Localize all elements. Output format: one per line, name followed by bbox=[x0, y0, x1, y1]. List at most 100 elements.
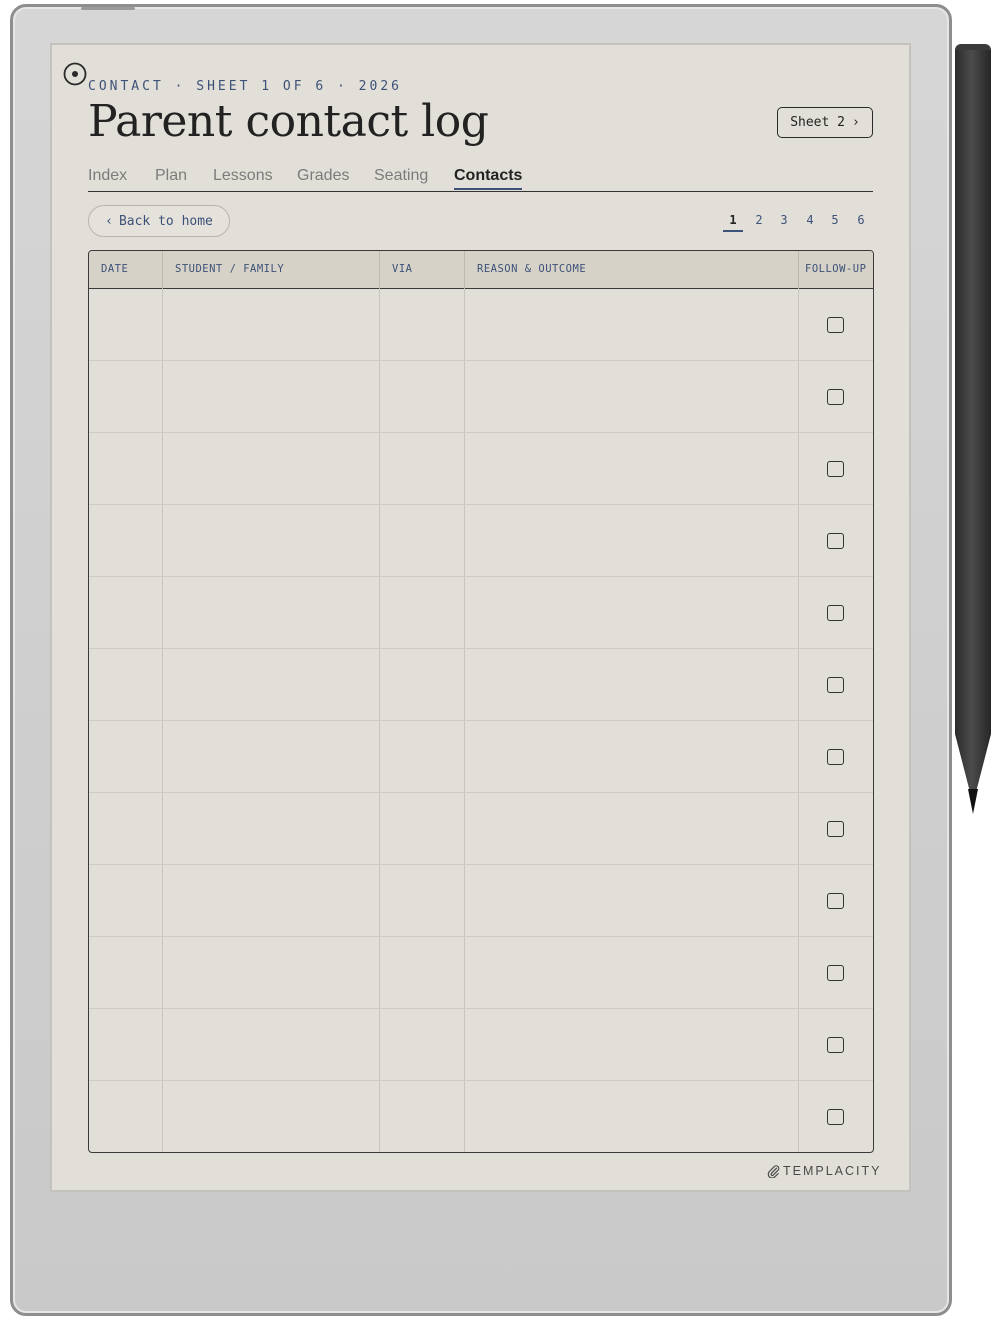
page-link-6[interactable]: 6 bbox=[851, 213, 871, 227]
table-row[interactable] bbox=[89, 433, 873, 505]
tab-seating[interactable]: Seating bbox=[374, 167, 428, 190]
student-family-cell[interactable] bbox=[163, 649, 379, 721]
next-sheet-button[interactable]: Sheet 2 › bbox=[777, 107, 873, 138]
reason-outcome-cell[interactable] bbox=[465, 289, 798, 361]
student-family-cell[interactable] bbox=[163, 361, 379, 433]
tab-grades[interactable]: Grades bbox=[297, 167, 349, 190]
follow-up-checkbox[interactable] bbox=[827, 605, 844, 621]
table-row[interactable] bbox=[89, 577, 873, 649]
date-cell[interactable] bbox=[89, 721, 162, 793]
header-divider bbox=[379, 251, 380, 289]
section-tabs: Index Plan Lessons Grades Seating Contac… bbox=[88, 167, 873, 192]
via-cell[interactable] bbox=[380, 793, 464, 865]
via-cell[interactable] bbox=[380, 937, 464, 1009]
via-cell[interactable] bbox=[380, 289, 464, 361]
table-row[interactable] bbox=[89, 1081, 873, 1152]
table-row[interactable] bbox=[89, 865, 873, 937]
student-family-cell[interactable] bbox=[163, 793, 379, 865]
table-row[interactable] bbox=[89, 649, 873, 721]
header-divider bbox=[464, 251, 465, 289]
student-family-cell[interactable] bbox=[163, 289, 379, 361]
table-row[interactable] bbox=[89, 505, 873, 577]
reason-outcome-cell[interactable] bbox=[465, 577, 798, 649]
follow-up-checkbox[interactable] bbox=[827, 893, 844, 909]
reason-outcome-cell[interactable] bbox=[465, 721, 798, 793]
date-cell[interactable] bbox=[89, 937, 162, 1009]
back-to-home-label: Back to home bbox=[118, 213, 213, 229]
student-family-cell[interactable] bbox=[163, 1081, 379, 1152]
follow-up-checkbox[interactable] bbox=[827, 1037, 844, 1053]
follow-up-checkbox[interactable] bbox=[827, 461, 844, 477]
contact-log-table: DATE STUDENT / FAMILY VIA REASON & OUTCO… bbox=[88, 250, 874, 1153]
page-link-1[interactable]: 1 bbox=[723, 213, 743, 232]
column-header-reason-outcome: REASON & OUTCOME bbox=[477, 263, 587, 275]
student-family-cell[interactable] bbox=[163, 505, 379, 577]
follow-up-checkbox[interactable] bbox=[827, 749, 844, 765]
via-cell[interactable] bbox=[380, 505, 464, 577]
page-link-2[interactable]: 2 bbox=[749, 213, 769, 227]
date-cell[interactable] bbox=[89, 793, 162, 865]
via-cell[interactable] bbox=[380, 865, 464, 937]
stylus-pen bbox=[955, 44, 991, 814]
reason-outcome-cell[interactable] bbox=[465, 649, 798, 721]
via-cell[interactable] bbox=[380, 721, 464, 793]
reason-outcome-cell[interactable] bbox=[465, 865, 798, 937]
reason-outcome-cell[interactable] bbox=[465, 505, 798, 577]
page-title: Parent contact log bbox=[88, 96, 489, 147]
page-link-3[interactable]: 3 bbox=[774, 213, 794, 227]
column-header-date: DATE bbox=[101, 263, 129, 275]
reason-outcome-cell[interactable] bbox=[465, 1081, 798, 1152]
via-cell[interactable] bbox=[380, 361, 464, 433]
column-header-via: VIA bbox=[392, 263, 413, 275]
date-cell[interactable] bbox=[89, 649, 162, 721]
via-cell[interactable] bbox=[380, 577, 464, 649]
table-row[interactable] bbox=[89, 937, 873, 1009]
table-row[interactable] bbox=[89, 1009, 873, 1081]
tab-lessons[interactable]: Lessons bbox=[213, 167, 273, 190]
table-row[interactable] bbox=[89, 793, 873, 865]
date-cell[interactable] bbox=[89, 577, 162, 649]
date-cell[interactable] bbox=[89, 289, 162, 361]
follow-up-checkbox[interactable] bbox=[827, 677, 844, 693]
via-cell[interactable] bbox=[380, 1081, 464, 1152]
student-family-cell[interactable] bbox=[163, 577, 379, 649]
table-row[interactable] bbox=[89, 361, 873, 433]
follow-up-checkbox[interactable] bbox=[827, 533, 844, 549]
tab-index[interactable]: Index bbox=[88, 167, 127, 190]
student-family-cell[interactable] bbox=[163, 1009, 379, 1081]
follow-up-checkbox[interactable] bbox=[827, 389, 844, 405]
reason-outcome-cell[interactable] bbox=[465, 361, 798, 433]
header-divider bbox=[798, 251, 799, 289]
back-to-home-button[interactable]: ‹ Back to home bbox=[88, 205, 230, 237]
tab-contacts[interactable]: Contacts bbox=[454, 167, 523, 190]
follow-up-checkbox[interactable] bbox=[827, 821, 844, 837]
page-link-4[interactable]: 4 bbox=[800, 213, 820, 227]
table-row[interactable] bbox=[89, 289, 873, 361]
header-divider bbox=[162, 251, 163, 289]
student-family-cell[interactable] bbox=[163, 433, 379, 505]
student-family-cell[interactable] bbox=[163, 937, 379, 1009]
via-cell[interactable] bbox=[380, 649, 464, 721]
via-cell[interactable] bbox=[380, 1009, 464, 1081]
reason-outcome-cell[interactable] bbox=[465, 433, 798, 505]
table-row[interactable] bbox=[89, 721, 873, 793]
via-cell[interactable] bbox=[380, 433, 464, 505]
student-family-cell[interactable] bbox=[163, 721, 379, 793]
reason-outcome-cell[interactable] bbox=[465, 1009, 798, 1081]
student-family-cell[interactable] bbox=[163, 865, 379, 937]
date-cell[interactable] bbox=[89, 1009, 162, 1081]
follow-up-checkbox[interactable] bbox=[827, 965, 844, 981]
follow-up-checkbox[interactable] bbox=[827, 317, 844, 333]
page-link-5[interactable]: 5 bbox=[825, 213, 845, 227]
date-cell[interactable] bbox=[89, 1081, 162, 1152]
sync-circle-icon[interactable] bbox=[63, 62, 87, 86]
date-cell[interactable] bbox=[89, 865, 162, 937]
column-header-student-family: STUDENT / FAMILY bbox=[175, 263, 285, 275]
date-cell[interactable] bbox=[89, 433, 162, 505]
date-cell[interactable] bbox=[89, 361, 162, 433]
date-cell[interactable] bbox=[89, 505, 162, 577]
reason-outcome-cell[interactable] bbox=[465, 793, 798, 865]
tab-plan[interactable]: Plan bbox=[155, 167, 187, 190]
follow-up-checkbox[interactable] bbox=[827, 1109, 844, 1125]
reason-outcome-cell[interactable] bbox=[465, 937, 798, 1009]
